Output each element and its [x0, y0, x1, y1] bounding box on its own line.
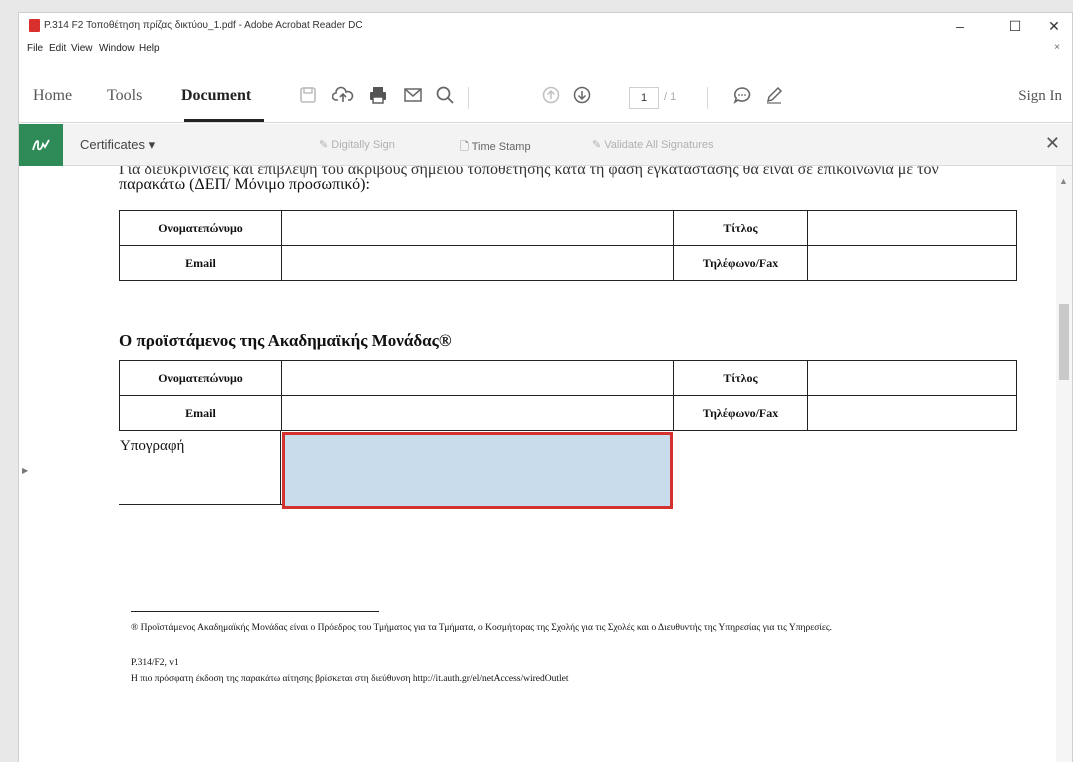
table-row: Ονοματεπώνυμο Τίτλος — [119, 210, 1017, 246]
email-label-cell: Email — [119, 245, 282, 281]
active-tab-indicator — [184, 119, 264, 122]
certificates-tool-icon — [19, 124, 63, 166]
phone-value-cell — [807, 395, 1017, 431]
table-row: Email Τηλέφωνο/Fax — [119, 395, 1017, 431]
footnote-text: ® Προϊστάμενος Ακαδημαϊκής Μονάδας είναι… — [131, 623, 833, 633]
email-icon[interactable] — [401, 85, 425, 109]
sign-in-link[interactable]: Sign In — [1018, 88, 1062, 105]
head-of-unit-table: Ονοματεπώνυμο Τίτλος Email Τηλέφωνο/Fax — [119, 360, 1017, 431]
close-certificates-icon[interactable]: ✕ — [1045, 133, 1060, 154]
table-row: Ονοματεπώνυμο Τίτλος — [119, 360, 1017, 396]
menu-help[interactable]: Help — [139, 43, 160, 54]
previous-page-icon[interactable] — [539, 85, 563, 109]
form-code: P.314/F2, v1 — [131, 658, 179, 668]
contact-person-table: Ονοματεπώνυμο Τίτλος Email Τηλέφωνο/Fax — [119, 210, 1017, 281]
comment-icon[interactable] — [730, 85, 754, 109]
print-icon[interactable] — [366, 85, 390, 109]
menu-edit[interactable]: Edit — [49, 43, 66, 54]
search-icon[interactable] — [433, 85, 457, 109]
certificates-dropdown[interactable]: Certificates ▾ — [80, 137, 155, 153]
certificates-toolbar: Certificates ▾ ✎ Digitally Sign 🗋 Time S… — [19, 124, 1072, 166]
next-page-icon[interactable] — [570, 85, 594, 109]
pdf-page: Για διευκρινίσεις και επίβλεψη του ακριβ… — [89, 166, 1039, 762]
signature-cell-border — [280, 431, 281, 504]
menu-view[interactable]: View — [71, 43, 93, 54]
menu-window[interactable]: Window — [99, 43, 135, 54]
main-toolbar: Home Tools Document 1 / 1 Sign In — [19, 73, 1072, 123]
time-stamp-icon: 🗋 — [460, 141, 472, 153]
fill-and-sign-pen-icon[interactable] — [762, 85, 786, 109]
time-stamp-label: Time Stamp — [471, 141, 531, 153]
pdf-file-icon — [29, 19, 40, 32]
validate-signatures-icon: ✎ — [592, 139, 605, 151]
menu-bar: File Edit View Window Help × — [19, 39, 1072, 59]
phone-label-cell: Τηλέφωνο/Fax — [673, 395, 808, 431]
scrollbar-thumb[interactable] — [1059, 304, 1069, 380]
close-window-button[interactable]: ✕ — [1043, 16, 1065, 36]
menu-file[interactable]: File — [27, 43, 43, 54]
email-value-cell — [281, 245, 674, 281]
email-value-cell — [281, 395, 674, 431]
name-label-cell: Ονοματεπώνυμο — [119, 210, 282, 246]
validate-all-signatures-button[interactable]: ✎ Validate All Signatures — [592, 138, 714, 151]
email-label-cell: Email — [119, 395, 282, 431]
title-value-cell — [807, 360, 1017, 396]
digitally-sign-icon: ✎ — [319, 139, 332, 151]
title-bar: P.314 F2 Τοποθέτηση πρίζας δικτύου_1.pdf… — [19, 13, 1072, 39]
tab-home[interactable]: Home — [33, 87, 72, 105]
scroll-up-icon[interactable]: ▲ — [1059, 176, 1068, 186]
title-value-cell — [807, 210, 1017, 246]
toolbar-separator — [468, 87, 469, 109]
title-label-cell: Τίτλος — [673, 360, 808, 396]
name-value-cell — [281, 210, 674, 246]
phone-label-cell: Τηλέφωνο/Fax — [673, 245, 808, 281]
save-icon[interactable] — [296, 85, 320, 109]
digitally-sign-button[interactable]: ✎ Digitally Sign — [319, 138, 395, 151]
tab-document[interactable]: Document — [181, 87, 251, 105]
close-document-icon[interactable]: × — [1054, 42, 1060, 53]
contact-intro-text: παρακάτω (ΔΕΠ/ Μόνιμο προσωπικό): — [119, 176, 370, 193]
upload-cloud-icon[interactable] — [331, 85, 355, 109]
latest-version-text: Η πιο πρόσφατη έκδοση της παρακάτω αίτησ… — [131, 674, 569, 684]
window-title: P.314 F2 Τοποθέτηση πρίζας δικτύου_1.pdf… — [44, 20, 363, 31]
signature-cell-border — [119, 504, 282, 505]
minimize-button[interactable]: – — [949, 16, 971, 36]
page-number-input[interactable]: 1 — [629, 87, 659, 109]
maximize-button[interactable]: ☐ — [1004, 16, 1026, 36]
name-value-cell — [281, 360, 674, 396]
vertical-scrollbar[interactable]: ▲ — [1056, 166, 1072, 762]
signature-label: Υπογραφή — [120, 438, 185, 454]
expand-left-pane-icon[interactable]: ▶ — [22, 466, 28, 475]
signature-field[interactable] — [282, 432, 673, 509]
title-label-cell: Τίτλος — [673, 210, 808, 246]
table-row: Email Τηλέφωνο/Fax — [119, 245, 1017, 281]
footnote-separator — [131, 611, 379, 612]
digitally-sign-label: Digitally Sign — [331, 139, 395, 151]
tab-tools[interactable]: Tools — [107, 87, 142, 105]
phone-value-cell — [807, 245, 1017, 281]
validate-all-label: Validate All Signatures — [604, 139, 714, 151]
toolbar-separator — [707, 87, 708, 109]
name-label-cell: Ονοματεπώνυμο — [119, 360, 282, 396]
document-view[interactable]: ▶ Για διευκρινίσεις και επίβλεψη του ακρ… — [19, 166, 1072, 762]
acrobat-window: P.314 F2 Τοποθέτηση πρίζας δικτύου_1.pdf… — [18, 12, 1073, 762]
time-stamp-button[interactable]: 🗋 Time Stamp — [460, 138, 531, 157]
page-total: / 1 — [664, 91, 677, 103]
section-title: Ο προϊστάμενος της Ακαδημαϊκής Μονάδας® — [119, 331, 452, 350]
